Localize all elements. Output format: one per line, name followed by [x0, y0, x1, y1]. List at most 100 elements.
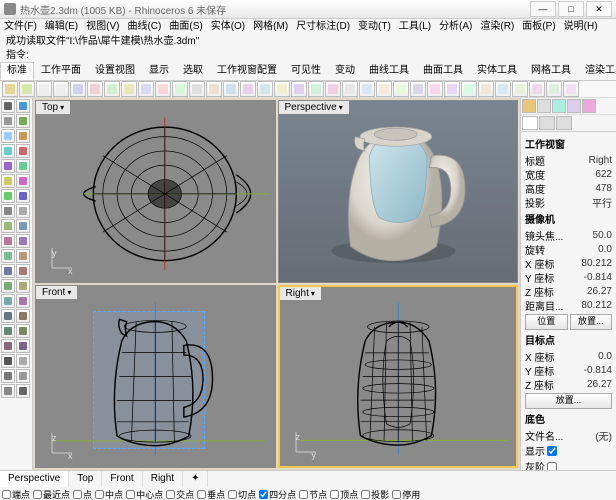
- menu-d[interactable]: 尺寸标注(D): [292, 19, 354, 35]
- toolbar-icon[interactable]: [138, 81, 154, 97]
- toolbar-icon[interactable]: [2, 81, 18, 97]
- toolbar-tab[interactable]: 标准: [0, 62, 34, 80]
- viewport-tab-top[interactable]: Top: [69, 471, 102, 487]
- tool-button[interactable]: [1, 309, 15, 323]
- osnap-11[interactable]: 投影: [361, 487, 389, 500]
- tool-button[interactable]: [16, 369, 30, 383]
- tool-button[interactable]: [16, 249, 30, 263]
- toolbar-tab[interactable]: 曲线工具: [362, 62, 416, 80]
- viewport-right[interactable]: Right▾: [278, 285, 519, 468]
- reset-button[interactable]: 放置...: [570, 314, 613, 330]
- osnap-0[interactable]: 端点: [2, 487, 30, 500]
- place-button[interactable]: 放置...: [525, 393, 612, 409]
- tool-button[interactable]: [16, 114, 30, 128]
- osnap-10[interactable]: 顶点: [330, 487, 358, 500]
- tool-button[interactable]: [16, 354, 30, 368]
- toolbar-icon[interactable]: [19, 81, 35, 97]
- toolbar-tab[interactable]: 工作平面: [34, 62, 88, 80]
- menu-o[interactable]: 实体(O): [207, 19, 249, 35]
- osnap-12[interactable]: 停用: [392, 487, 420, 500]
- tool-button[interactable]: [16, 129, 30, 143]
- viewport-front-label[interactable]: Front▾: [36, 286, 77, 299]
- toolbar-tab[interactable]: 曲面工具: [416, 62, 470, 80]
- gray-checkbox[interactable]: [547, 462, 557, 471]
- layers-icon[interactable]: [537, 99, 551, 113]
- command-line[interactable]: 指令:: [0, 49, 616, 62]
- toolbar-tab[interactable]: 变动: [328, 62, 362, 80]
- close-button[interactable]: ✕: [586, 1, 612, 17]
- toolbar-icon[interactable]: [563, 81, 579, 97]
- toolbar-icon[interactable]: [512, 81, 528, 97]
- menu-a[interactable]: 分析(A): [435, 19, 476, 35]
- tool-button[interactable]: [16, 264, 30, 278]
- toolbar-icon[interactable]: [189, 81, 205, 97]
- toolbar-icon[interactable]: [223, 81, 239, 97]
- osnap-8[interactable]: 四分点: [259, 487, 296, 500]
- toolbar-tab[interactable]: 显示: [142, 62, 176, 80]
- tab-material[interactable]: [539, 116, 555, 130]
- tool-button[interactable]: [1, 129, 15, 143]
- toolbar-icon[interactable]: [121, 81, 137, 97]
- toolbar-icon[interactable]: [495, 81, 511, 97]
- menu-s[interactable]: 曲面(S): [165, 19, 206, 35]
- toolbar-icon[interactable]: [155, 81, 171, 97]
- menu-c[interactable]: 曲线(C): [123, 19, 165, 35]
- menu-h[interactable]: 说明(H): [560, 19, 602, 35]
- toolbar-icon[interactable]: [291, 81, 307, 97]
- tool-button[interactable]: [16, 159, 30, 173]
- toolbar-icon[interactable]: [359, 81, 375, 97]
- tab-texture[interactable]: [556, 116, 572, 130]
- menu-t[interactable]: 变动(T): [354, 19, 395, 35]
- tool-button[interactable]: [1, 114, 15, 128]
- position-button[interactable]: 位置: [525, 314, 568, 330]
- help-icon[interactable]: [567, 99, 581, 113]
- toolbar-icon[interactable]: [274, 81, 290, 97]
- tool-button[interactable]: [1, 384, 15, 398]
- viewport-tab-perspective[interactable]: Perspective: [0, 471, 69, 487]
- menu-r[interactable]: 渲染(R): [476, 19, 518, 35]
- toolbar-icon[interactable]: [240, 81, 256, 97]
- toolbar-icon[interactable]: [529, 81, 545, 97]
- tool-button[interactable]: [16, 144, 30, 158]
- osnap-9[interactable]: 节点: [299, 487, 327, 500]
- toolbar-icon[interactable]: [376, 81, 392, 97]
- menu-e[interactable]: 编辑(E): [41, 19, 82, 35]
- show-checkbox[interactable]: [547, 446, 557, 456]
- properties-icon[interactable]: [522, 99, 536, 113]
- tool-button[interactable]: [16, 324, 30, 338]
- osnap-6[interactable]: 垂点: [197, 487, 225, 500]
- tool-button[interactable]: [1, 369, 15, 383]
- toolbar-icon[interactable]: [206, 81, 222, 97]
- tool-button[interactable]: [16, 279, 30, 293]
- toolbar-tab[interactable]: 可见性: [284, 62, 328, 80]
- tool-button[interactable]: [16, 189, 30, 203]
- toolbar-tab[interactable]: 渲染工具: [578, 62, 616, 80]
- tool-button[interactable]: [1, 159, 15, 173]
- toolbar-icon[interactable]: [461, 81, 477, 97]
- tool-button[interactable]: [16, 174, 30, 188]
- tool-button[interactable]: [1, 294, 15, 308]
- toolbar-icon[interactable]: [257, 81, 273, 97]
- viewport-tab-✦[interactable]: ✦: [183, 471, 208, 487]
- libraries-icon[interactable]: [582, 99, 596, 113]
- tool-button[interactable]: [1, 234, 15, 248]
- osnap-3[interactable]: 中点: [95, 487, 123, 500]
- toolbar-icon[interactable]: [546, 81, 562, 97]
- toolbar-icon[interactable]: [393, 81, 409, 97]
- tool-button[interactable]: [16, 309, 30, 323]
- osnap-2[interactable]: 点: [73, 487, 92, 500]
- toolbar-icon[interactable]: [410, 81, 426, 97]
- menu-p[interactable]: 面板(P): [518, 19, 559, 35]
- toolbar-icon[interactable]: [87, 81, 103, 97]
- maximize-button[interactable]: □: [558, 1, 584, 17]
- toolbar-icon[interactable]: [70, 81, 86, 97]
- tool-button[interactable]: [16, 294, 30, 308]
- toolbar-icon[interactable]: [325, 81, 341, 97]
- toolbar-icon[interactable]: [172, 81, 188, 97]
- tool-button[interactable]: [16, 339, 30, 353]
- toolbar-tab[interactable]: 工作视窗配置: [210, 62, 284, 80]
- menu-m[interactable]: 网格(M): [249, 19, 292, 35]
- toolbar-icon[interactable]: [53, 81, 69, 97]
- osnap-5[interactable]: 交点: [166, 487, 194, 500]
- viewport-tab-right[interactable]: Right: [143, 471, 183, 487]
